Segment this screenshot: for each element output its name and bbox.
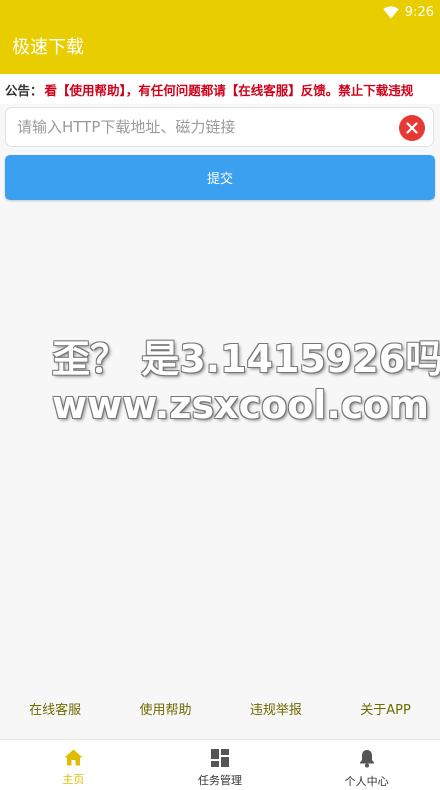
- nav-item-home[interactable]: 主页: [0, 740, 147, 790]
- url-input[interactable]: [15, 117, 399, 137]
- app-title: 极速下载: [12, 37, 84, 58]
- link-about-app[interactable]: 关于APP: [360, 699, 411, 718]
- nav-label-home: 主页: [62, 773, 85, 786]
- nav-label-tasks: 任务管理: [198, 774, 242, 787]
- nav-item-tasks[interactable]: 任务管理: [147, 740, 294, 790]
- link-help[interactable]: 使用帮助: [140, 699, 192, 718]
- dashboard-icon: [211, 749, 229, 767]
- close-icon: [406, 122, 418, 134]
- app-header: 9:26 极速下载: [0, 0, 440, 74]
- status-bar: 9:26: [383, 3, 434, 21]
- watermark-line-2: www.zsxcool.com: [52, 383, 429, 427]
- link-report[interactable]: 违规举报: [250, 699, 302, 718]
- notice-bar: 公告： 看【使用帮助】，有任何问题都请【在线客服】反馈。禁止下载违规: [0, 74, 440, 104]
- clear-input-button[interactable]: [399, 115, 425, 141]
- status-time: 9:26: [404, 4, 434, 20]
- link-online-service[interactable]: 在线客服: [29, 699, 81, 718]
- url-field-container: [5, 107, 434, 147]
- notice-label: 公告：: [5, 82, 43, 98]
- bell-icon: [359, 750, 374, 768]
- bottom-nav: 主页 任务管理 个人中心: [0, 739, 440, 790]
- nav-label-profile: 个人中心: [344, 775, 389, 788]
- wifi-icon: [383, 5, 399, 18]
- watermark-line-1: 歪？ 是3.1415926吗: [52, 337, 440, 381]
- submit-button[interactable]: 提交: [5, 155, 435, 200]
- footer-links: 在线客服 使用帮助 违规举报 关于APP: [0, 696, 440, 720]
- nav-item-profile[interactable]: 个人中心: [293, 740, 440, 790]
- home-icon: [64, 749, 83, 766]
- watermark: 歪？ 是3.1415926吗 www.zsxcool.com: [52, 336, 440, 428]
- notice-text: 看【使用帮助】，有任何问题都请【在线客服】反馈。禁止下载违规: [44, 82, 414, 98]
